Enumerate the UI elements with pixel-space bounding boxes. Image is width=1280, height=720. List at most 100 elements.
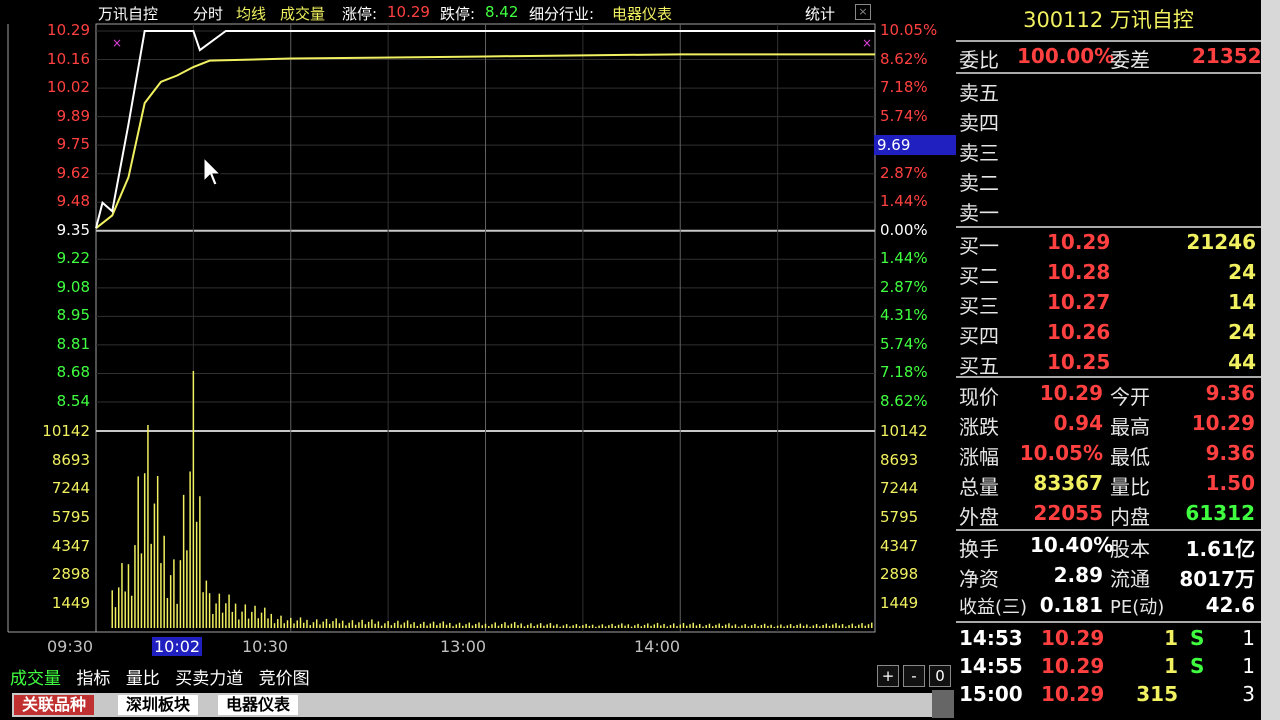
time-tick-1030: 10:30 — [242, 637, 289, 656]
divider — [956, 529, 1261, 531]
divider — [956, 621, 1261, 623]
volume-tick-right: 1449 — [880, 594, 919, 612]
limit-down-value: 8.42 — [485, 3, 519, 21]
time-tick-1400: 14:00 — [634, 637, 681, 656]
tick-side: S — [1190, 654, 1205, 678]
percent-tick: 4.31% — [880, 306, 928, 325]
buy-level-price[interactable]: 10.27 — [1047, 290, 1110, 314]
buy-level-price[interactable]: 10.26 — [1047, 320, 1110, 344]
industry-value[interactable]: 电器仪表 — [612, 3, 672, 24]
close-icon[interactable]: × — [855, 4, 871, 20]
tick-volume: 1 — [1164, 654, 1178, 678]
stat-label: 总量 — [959, 475, 999, 499]
weibi-value: 100.00% — [1017, 44, 1115, 68]
volume-tick-right: 5795 — [880, 508, 919, 526]
price-tick: 8.81 — [56, 334, 90, 353]
price-tick: 10.02 — [47, 78, 90, 97]
tab-indicator[interactable]: 指标 — [76, 669, 110, 689]
tab-auction-chart[interactable]: 竞价图 — [259, 669, 310, 689]
stat-value: 10.05% — [1019, 441, 1103, 465]
limit-up-label: 涨停: — [342, 5, 378, 23]
price-tick: 9.22 — [56, 249, 90, 268]
buy-level-volume: 24 — [1228, 260, 1256, 284]
buy-level-price[interactable]: 10.25 — [1047, 350, 1110, 374]
intraday-chart[interactable]: × × — [0, 0, 956, 720]
tick-time: 14:53 — [959, 626, 1023, 650]
stat-value: 61312 — [1185, 501, 1255, 525]
percent-tick: 7.18% — [880, 78, 928, 97]
avg-line-legend: 均线 — [236, 5, 267, 23]
divider — [956, 376, 1261, 378]
nav-tab-related[interactable]: 关联品种 — [14, 695, 95, 715]
price-tick: 8.54 — [56, 392, 90, 410]
price-tick: 10.16 — [47, 49, 90, 68]
buy-level-label: 买四 — [959, 324, 999, 348]
scroll-handle[interactable] — [932, 690, 954, 718]
percent-tick: 0.00% — [880, 220, 928, 239]
indicator-tab-bar: 成交量 指标 量比 买卖力道 竞价图 — [10, 664, 320, 689]
stat-label: 内盘 — [1110, 505, 1150, 529]
window-edge — [1261, 0, 1280, 720]
percent-tick: 1.44% — [880, 192, 928, 211]
stat-label: 外盘 — [959, 505, 999, 529]
percent-tick: 8.62% — [880, 49, 928, 68]
volume-tick-left: 4347 — [51, 536, 90, 555]
weibi-label: 委比 — [959, 48, 999, 72]
intraday-chart-panel[interactable]: × × 万讯自控 分时 均线 成交量 涨停: 10.29 跌停: 8.42 细分行… — [0, 0, 957, 720]
tab-volume-ratio[interactable]: 量比 — [126, 669, 160, 689]
zoom-out-button[interactable]: - — [903, 665, 925, 687]
volume-tick-left: 1449 — [51, 594, 90, 612]
price-tick: 9.89 — [56, 106, 90, 125]
nav-tab-shenzhen-sector[interactable]: 深圳板块 — [118, 695, 199, 715]
buy-level-label: 买五 — [959, 354, 999, 378]
price-tick: 9.62 — [56, 163, 90, 182]
tab-volume[interactable]: 成交量 — [10, 669, 61, 689]
tick-time: 14:55 — [959, 654, 1023, 678]
volume-tick-left: 5795 — [51, 508, 90, 526]
stat-value: 22055 — [1033, 501, 1103, 525]
stat-label: 涨跌 — [959, 415, 999, 439]
volume-tick-left: 2898 — [51, 565, 90, 584]
volume-legend: 成交量 — [280, 5, 326, 23]
sell-level-label: 卖五 — [959, 81, 999, 105]
limit-down-label: 跌停: — [440, 5, 476, 23]
fundamental-value: 0.181 — [1039, 593, 1103, 617]
buy-level-price[interactable]: 10.29 — [1047, 230, 1110, 254]
tick-volume: 315 — [1136, 682, 1178, 706]
time-tick-0930: 09:30 — [47, 637, 94, 656]
buy-level-volume: 44 — [1228, 350, 1256, 374]
industry-label: 细分行业: — [529, 5, 595, 23]
price-tick: 9.75 — [56, 135, 90, 154]
price-tick: 9.08 — [56, 277, 90, 296]
weicha-label: 委差 — [1110, 48, 1150, 72]
stat-value: 10.29 — [1191, 411, 1255, 435]
zoom-reset-button[interactable]: 0 — [929, 665, 951, 687]
zoom-in-button[interactable]: + — [877, 665, 899, 687]
stat-value: 0.94 — [1053, 411, 1103, 435]
fundamental-label: 换手 — [959, 537, 999, 561]
fundamental-value: 42.6 — [1205, 593, 1255, 617]
percent-tick: 8.62% — [880, 392, 928, 410]
fenshi-label[interactable]: 分时 — [193, 3, 223, 24]
tick-price: 10.29 — [1041, 654, 1105, 678]
stat-label: 量比 — [1110, 475, 1150, 499]
fundamental-value: 1.61亿 — [1185, 537, 1255, 561]
stat-value: 10.29 — [1039, 381, 1103, 405]
volume-tick-left: 10142 — [42, 422, 90, 440]
tab-buy-sell-power[interactable]: 买卖力道 — [175, 669, 243, 689]
price-tick: 10.29 — [47, 21, 90, 39]
percent-tick: 5.74% — [880, 106, 928, 125]
buy-level-price[interactable]: 10.28 — [1047, 260, 1110, 284]
stat-label: 最低 — [1110, 445, 1150, 469]
sell-level-label: 卖二 — [959, 171, 999, 195]
volume-tick-right: 2898 — [880, 565, 919, 584]
fundamental-label: PE(动) — [1110, 597, 1165, 618]
tick-price: 10.29 — [1041, 682, 1105, 706]
stats-button[interactable]: 统计 — [805, 3, 835, 24]
sell-level-label: 卖一 — [959, 201, 999, 225]
sell-level-label: 卖四 — [959, 111, 999, 135]
nav-tab-industry[interactable]: 电器仪表 — [218, 695, 299, 715]
percent-tick: 10.05% — [880, 21, 938, 39]
fundamental-label: 收益(三) — [959, 597, 1028, 618]
divider — [956, 226, 1261, 228]
